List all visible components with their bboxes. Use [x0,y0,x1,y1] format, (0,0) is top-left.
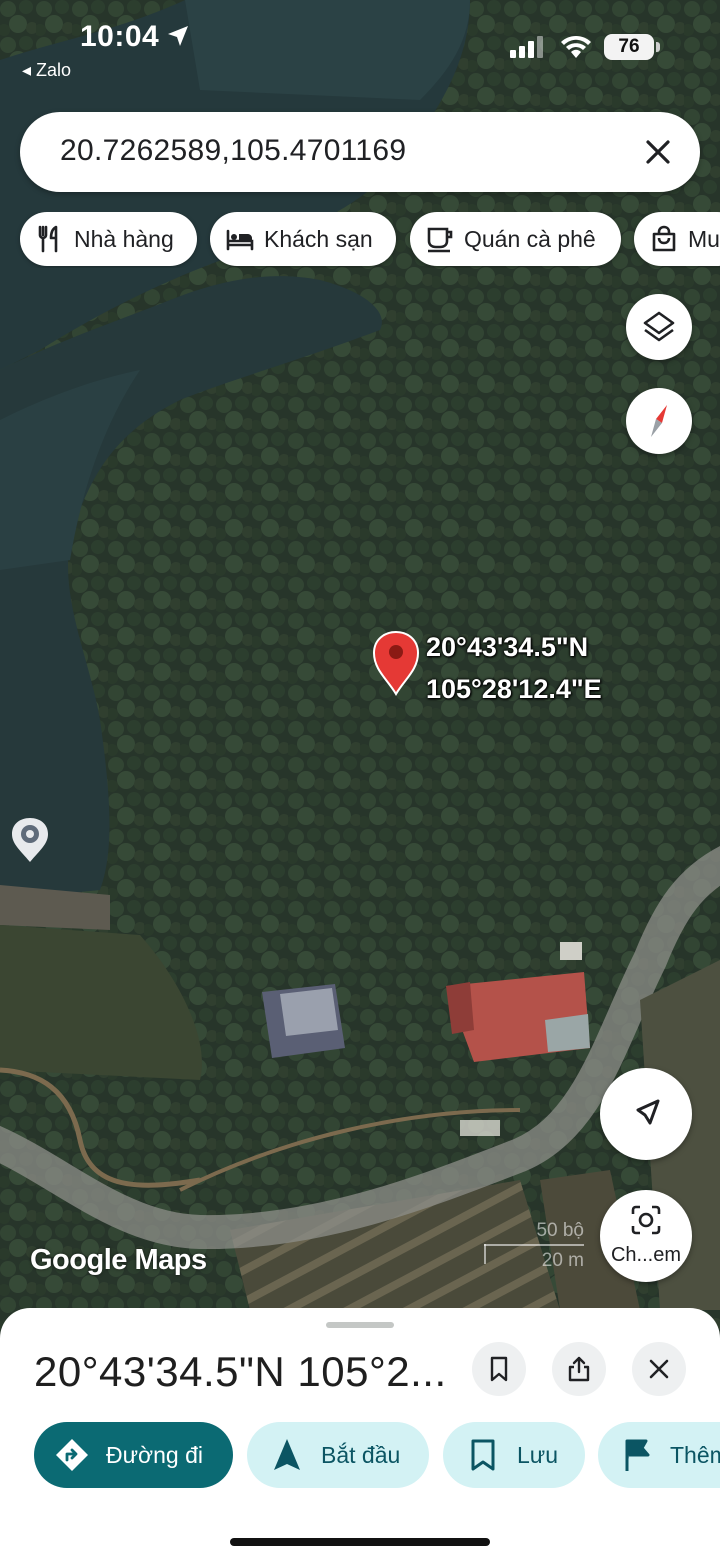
start-label: Bắt đầu [321,1442,401,1468]
chip-hotels[interactable]: Khách sạn [210,212,396,266]
compass-button[interactable] [626,388,692,454]
cellular-signal-icon [510,36,543,58]
chip-shopping[interactable]: Mu [634,212,720,266]
restaurant-icon [38,225,58,253]
coffee-icon [427,227,453,253]
shopping-bag-icon [652,225,676,252]
location-marker-icon [12,818,48,862]
start-button[interactable]: Bắt đầu [247,1422,429,1488]
bookmark-outline-icon [490,1356,508,1382]
search-bar[interactable]: 20.7262589,105.4701169 [20,112,700,192]
sheet-drag-handle[interactable] [326,1322,394,1328]
scale-tick [484,1244,486,1264]
scale-imperial: 50 bộ [536,1220,584,1241]
save-button[interactable]: Lưu [443,1422,585,1488]
status-time: 10:04 [80,20,160,53]
directions-icon [56,1439,88,1471]
map-scale: 50 bộ 20 m [484,1220,586,1276]
more-button[interactable]: Thêm [598,1422,720,1488]
more-label: Thêm [670,1442,720,1468]
lens-button-label: Ch...em [610,1244,682,1266]
action-buttons: Đường đi Bắt đầu Lưu Thêm [0,1422,720,1492]
chip-label: Mu [688,226,720,252]
layers-icon [643,311,675,342]
hotel-icon [226,229,254,251]
share-icon-button[interactable] [552,1342,606,1396]
home-indicator[interactable] [230,1538,490,1546]
navigation-arrow-icon [636,1099,660,1125]
chip-restaurants[interactable]: Nhà hàng [20,212,197,266]
scale-metric: 20 m [541,1250,584,1271]
scale-line [484,1244,584,1246]
camera-lens-icon [631,1205,661,1235]
close-sheet-button[interactable] [632,1342,686,1396]
chip-cafes[interactable]: Quán cà phê [410,212,621,266]
wifi-icon [561,36,591,58]
battery-indicator: 76 [604,34,654,60]
back-to-app-link[interactable]: ◂ Zalo [22,60,71,81]
directions-label: Đường đi [106,1442,203,1468]
pin-coordinates-label: 20°43'34.5"N 105°28'12.4"E [426,626,602,710]
dropped-pin-icon[interactable] [372,630,420,696]
category-chips: Nhà hàng Khách sạn Quán cà phê Mu [0,212,720,268]
status-bar: 10:04 ◂ Zalo 76 [0,0,720,96]
street-view-marker[interactable] [10,816,50,864]
close-icon [649,1359,669,1379]
my-location-button[interactable] [600,1068,692,1160]
place-bottom-sheet[interactable]: 20°43'34.5"N 105°2... Đường đi Bắt đầu L… [0,1308,720,1560]
lens-button[interactable]: Ch...em [600,1190,692,1282]
compass-icon [651,405,667,437]
flag-icon [625,1439,650,1471]
google-maps-logo: Google Maps [30,1244,207,1276]
bookmark-icon [471,1439,495,1471]
navigation-arrow-icon [274,1439,300,1470]
pin-longitude: 105°28'12.4"E [426,674,602,704]
clear-search-icon[interactable] [638,132,678,172]
save-label: Lưu [517,1442,558,1468]
search-input[interactable]: 20.7262589,105.4701169 [60,134,406,168]
chip-label: Quán cà phê [464,226,596,252]
battery-tip [656,42,660,52]
share-icon [568,1356,590,1382]
layers-button[interactable] [626,294,692,360]
directions-button[interactable]: Đường đi [34,1422,233,1488]
chip-label: Nhà hàng [74,226,174,252]
chip-label: Khách sạn [264,226,373,252]
place-title: 20°43'34.5"N 105°2... [34,1348,447,1395]
pin-latitude: 20°43'34.5"N [426,632,589,662]
location-arrow-icon [168,26,188,46]
save-icon-button[interactable] [472,1342,526,1396]
